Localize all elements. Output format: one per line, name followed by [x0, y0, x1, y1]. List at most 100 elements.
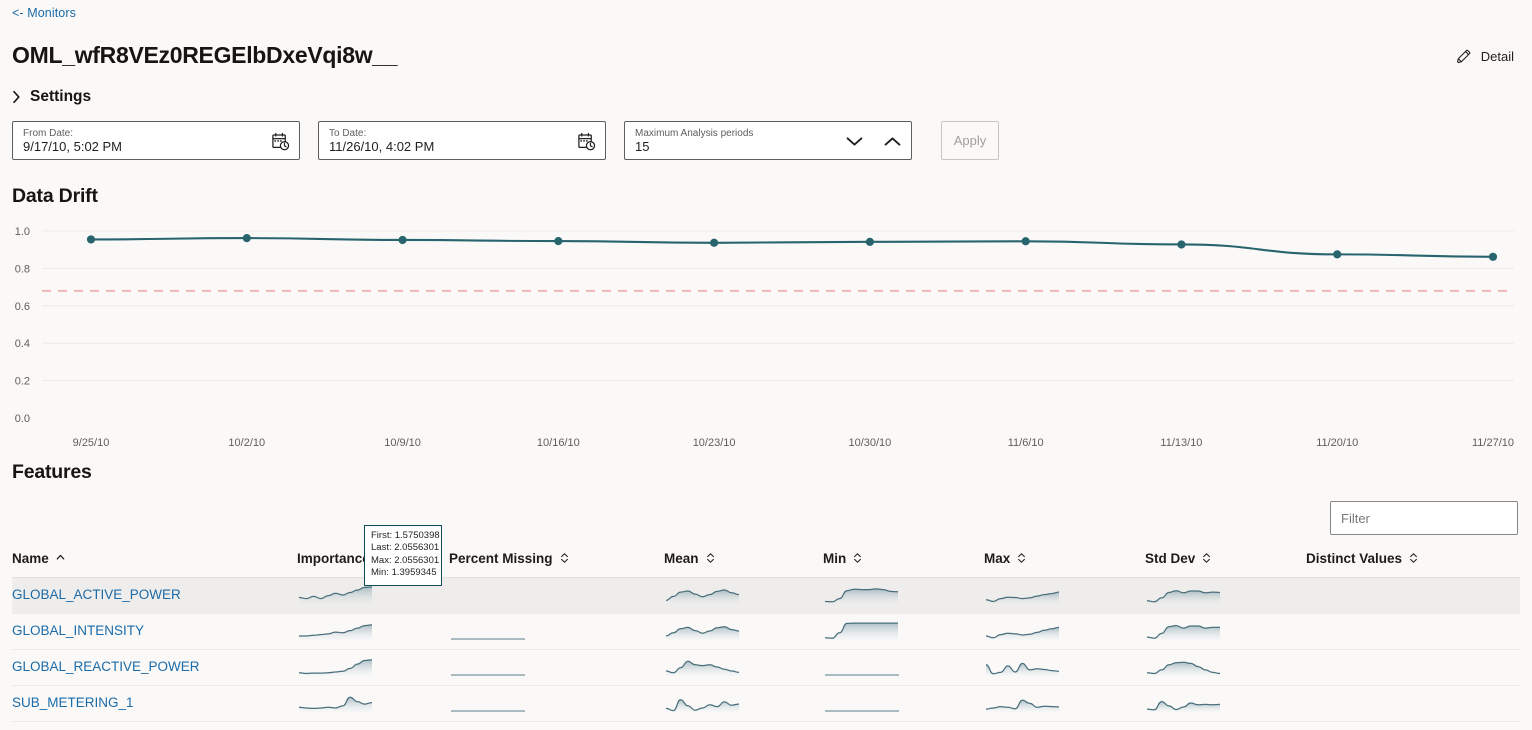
caret-up-icon — [56, 555, 65, 560]
stepper-increment[interactable] — [881, 131, 903, 151]
sparkline-cell-mean — [664, 649, 823, 686]
chart-data-point[interactable] — [1177, 240, 1186, 249]
sparkline[interactable] — [1145, 655, 1223, 679]
chart-data-point[interactable] — [1333, 250, 1342, 259]
calendar-clock-icon[interactable] — [577, 132, 596, 151]
sparkline[interactable] — [664, 655, 742, 679]
sparkline-cell-pct — [449, 649, 664, 686]
from-date-label: From Date: — [23, 127, 74, 139]
pencil-icon — [1456, 49, 1471, 64]
sparkline[interactable] — [984, 583, 1062, 607]
chart-data-point[interactable] — [398, 235, 407, 245]
breadcrumb-monitors-link[interactable]: <- Monitors — [12, 6, 76, 20]
sparkline[interactable] — [664, 691, 742, 715]
features-table-body: GLOBAL_ACTIVE_POWER GLOBAL_INTENSITY GLOBA… — [12, 577, 1520, 722]
sparkline[interactable] — [664, 583, 742, 607]
column-header-distinct[interactable]: Distinct Values — [1306, 540, 1520, 578]
chart-data-point[interactable] — [86, 235, 96, 244]
feature-name-link[interactable]: SUB_METERING_1 — [12, 695, 134, 710]
to-date-value: 11/26/10, 4:02 PM — [329, 138, 435, 154]
table-row[interactable]: GLOBAL_ACTIVE_POWER — [12, 577, 1520, 614]
feature-name-link[interactable]: GLOBAL_REACTIVE_POWER — [12, 659, 200, 674]
sparkline-cell-imp — [297, 613, 449, 650]
sparkline-cell-pct — [449, 577, 664, 614]
chart-x-tick-label: 11/20/10 — [1316, 437, 1358, 446]
sparkline[interactable] — [297, 583, 375, 607]
table-row[interactable]: GLOBAL_REACTIVE_POWER — [12, 649, 1520, 686]
column-header-label: Mean — [664, 550, 699, 566]
chart-y-tick-label: 0.6 — [15, 301, 30, 313]
column-header-label: Min — [823, 550, 847, 566]
sparkline[interactable] — [1145, 583, 1223, 607]
sort-updown-icon — [854, 553, 862, 564]
feature-name-link[interactable]: GLOBAL_ACTIVE_POWER — [12, 587, 181, 602]
detail-button-label: Detail — [1480, 49, 1514, 64]
sparkline-cell-std — [1145, 685, 1306, 722]
chart-data-point[interactable] — [710, 238, 719, 247]
settings-label: Settings — [30, 88, 92, 105]
chart-x-tick-label: 10/2/10 — [228, 437, 265, 446]
sparkline[interactable] — [984, 691, 1062, 715]
tooltip-line: Min: 1.3959345 — [371, 567, 437, 579]
to-date-label: To Date: — [329, 127, 367, 139]
sparkline-cell-distinct — [1306, 577, 1520, 614]
to-date-field[interactable]: To Date: 11/26/10, 4:02 PM — [318, 121, 606, 160]
chart-data-point[interactable] — [242, 234, 251, 243]
settings-expander[interactable]: Settings — [12, 88, 91, 106]
sparkline-cell-min — [823, 613, 984, 650]
sparkline[interactable] — [984, 655, 1062, 679]
column-header-label: Importance — [297, 550, 370, 566]
chart-data-point[interactable] — [1021, 237, 1030, 246]
monitor-detail-page: <- Monitors OML_wfR8VEz0REGElbDxeVqi8w__… — [0, 0, 1532, 730]
column-header-mean[interactable]: Mean — [664, 540, 823, 578]
detail-button[interactable]: Detail — [1455, 48, 1514, 65]
chart-x-tick-label: 10/16/10 — [537, 437, 580, 446]
sparkline-cell-std — [1145, 577, 1306, 614]
sparkline-cell-pct — [449, 685, 664, 722]
stepper-decrement[interactable] — [843, 131, 865, 151]
sparkline-flat — [451, 710, 525, 712]
sparkline-cell-distinct — [1306, 685, 1520, 722]
sparkline[interactable] — [664, 619, 742, 643]
sparkline-cell-max — [984, 649, 1145, 686]
column-header-pct[interactable]: Percent Missing — [449, 540, 664, 578]
stepper-group — [843, 131, 903, 151]
data-drift-chart: 0.0 0.2 0.4 0.6 0.8 1.0 9/25/10 10/2/10 10/9/10 1… — [0, 218, 1532, 446]
feature-name-link[interactable]: GLOBAL_INTENSITY — [12, 623, 144, 638]
chart-data-point[interactable] — [1488, 252, 1498, 261]
column-header-label: Std Dev — [1145, 550, 1196, 566]
chart-series-line — [89, 237, 1495, 258]
chart-y-tick-label: 0.8 — [15, 263, 30, 275]
column-header-min[interactable]: Min — [823, 540, 984, 578]
sparkline[interactable] — [823, 583, 901, 607]
sparkline[interactable] — [297, 619, 375, 643]
sparkline[interactable] — [823, 619, 901, 643]
sparkline[interactable] — [1145, 691, 1223, 715]
sparkline[interactable] — [1145, 619, 1223, 643]
sparkline[interactable] — [297, 655, 375, 679]
table-row[interactable]: SUB_METERING_1 — [12, 685, 1520, 722]
filter-input[interactable] — [1330, 501, 1518, 535]
sparkline-cell-std — [1145, 613, 1306, 650]
chart-data-point[interactable] — [865, 237, 874, 246]
apply-button[interactable]: Apply — [941, 121, 999, 160]
sparkline-cell-max — [984, 613, 1145, 650]
from-date-value: 9/17/10, 5:02 PM — [23, 138, 123, 154]
chart-data-point[interactable] — [554, 236, 563, 246]
sparkline-cell-imp — [297, 649, 449, 686]
table-row[interactable]: GLOBAL_INTENSITY — [12, 613, 1520, 650]
sparkline[interactable] — [984, 619, 1062, 643]
sparkline[interactable] — [297, 691, 375, 715]
max-analysis-periods-field[interactable]: Maximum Analysis periods 15 — [624, 121, 912, 160]
chart-x-tick-label: 11/27/10 — [1472, 437, 1514, 446]
tooltip-line: Max: 2.0556301 — [371, 554, 440, 566]
from-date-field[interactable]: From Date: 9/17/10, 5:02 PM — [12, 121, 300, 160]
feature-name-cell: SUB_METERING_1 — [12, 685, 297, 722]
chart-y-tick-label: 1.0 — [15, 226, 30, 238]
column-header-max[interactable]: Max — [984, 540, 1145, 578]
column-header-name[interactable]: Name — [12, 540, 297, 578]
sparkline-cell-distinct — [1306, 613, 1520, 650]
calendar-clock-icon[interactable] — [271, 132, 290, 151]
feature-name-cell: GLOBAL_INTENSITY — [12, 613, 297, 650]
column-header-std[interactable]: Std Dev — [1145, 540, 1306, 578]
